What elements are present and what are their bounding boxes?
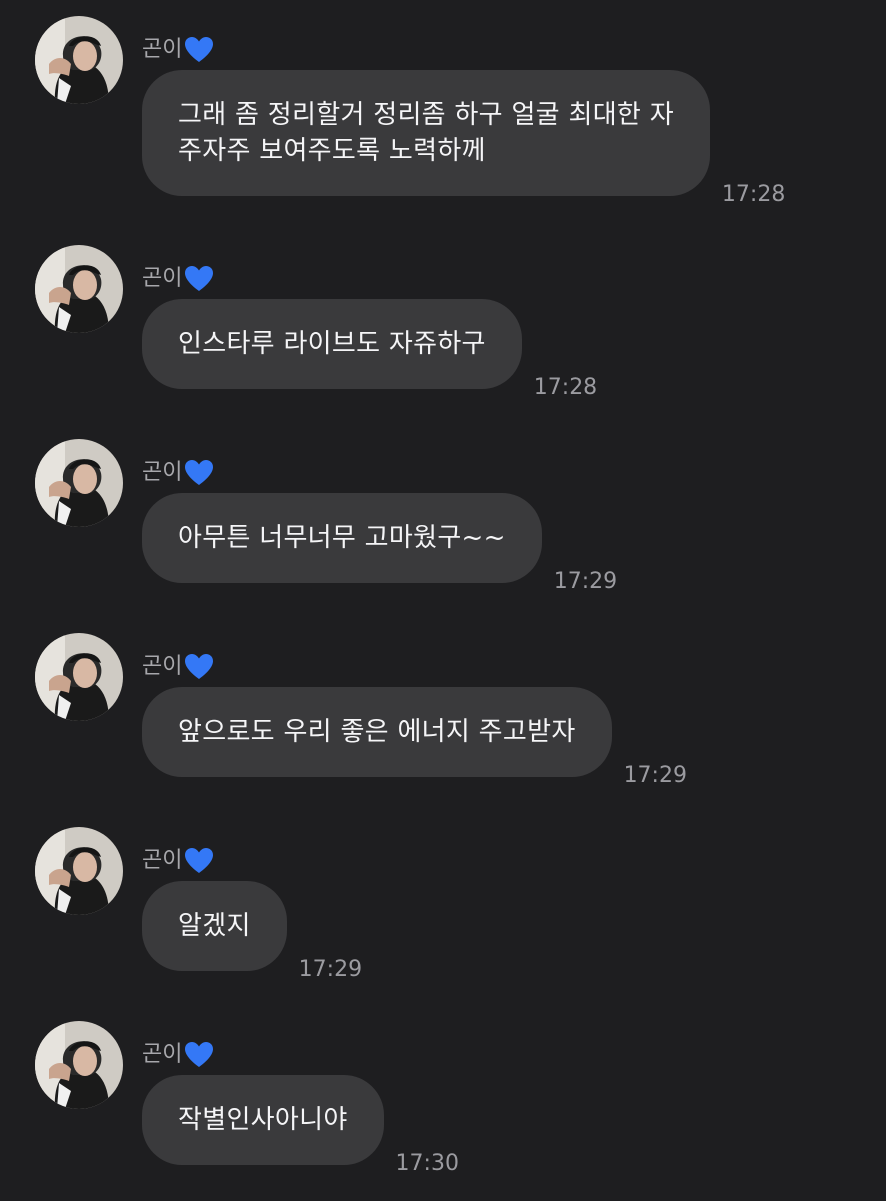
message-timestamp: 17:29 [553,569,618,594]
message-bubble[interactable]: 아무튼 너무너무 고마웠구~~ [142,493,542,583]
avatar[interactable] [35,1021,123,1109]
message-item: 곤이 앞으로도 우리 좋은 에너지 주고받자 17:29 [0,633,886,813]
sender-label: 곤이 [142,847,214,875]
message-row: 인스타루 라이브도 자쥬하구 17:28 [142,299,597,400]
message-timestamp: 17:29 [623,763,687,788]
message-timestamp: 17:30 [395,1151,459,1176]
avatar[interactable] [35,16,123,104]
message-bubble[interactable]: 인스타루 라이브도 자쥬하구 [142,299,522,389]
sender-label: 곤이 [142,653,214,681]
message-item: 곤이 그래 좀 정리할거 정리좀 하구 얼굴 최대한 자 주자주 보여주도록 노… [0,16,886,207]
blue-heart-icon [184,459,214,487]
sender-label: 곤이 [142,459,214,487]
message-item: 곤이 인스타루 라이브도 자쥬하구 17:28 [0,245,886,425]
sender-label: 곤이 [142,265,214,293]
avatar[interactable] [35,827,123,915]
sender-name: 곤이 [142,37,183,62]
sender-label: 곤이 [142,1041,214,1069]
message-item: 곤이 아무튼 너무너무 고마웠구~~ 17:29 [0,439,886,619]
message-bubble[interactable]: 알겠지 [142,881,287,971]
message-row: 아무튼 너무너무 고마웠구~~ 17:29 [142,493,617,594]
message-row: 앞으로도 우리 좋은 에너지 주고받자 17:29 [142,687,687,788]
blue-heart-icon [184,265,214,293]
message-row: 그래 좀 정리할거 정리좀 하구 얼굴 최대한 자 주자주 보여주도록 노력하께… [142,70,785,207]
message-timestamp: 17:28 [721,182,786,207]
sender-name: 곤이 [142,654,183,679]
avatar[interactable] [35,633,123,721]
message-bubble[interactable]: 그래 좀 정리할거 정리좀 하구 얼굴 최대한 자 주자주 보여주도록 노력하께 [142,70,710,196]
message-item: 곤이 작별인사아니야 17:30 [0,1021,886,1201]
message-row: 알겠지 17:29 [142,881,362,982]
sender-name: 곤이 [142,1042,183,1067]
message-bubble[interactable]: 앞으로도 우리 좋은 에너지 주고받자 [142,687,612,777]
sender-name: 곤이 [142,266,183,291]
blue-heart-icon [184,653,214,681]
blue-heart-icon [184,36,214,64]
sender-name: 곤이 [142,460,183,485]
sender-name: 곤이 [142,848,183,873]
message-timestamp: 17:28 [533,375,598,400]
blue-heart-icon [184,1041,214,1069]
sender-label: 곤이 [142,36,214,64]
message-row: 작별인사아니야 17:30 [142,1075,459,1176]
message-bubble[interactable]: 작별인사아니야 [142,1075,384,1165]
message-item: 곤이 알겠지 17:29 [0,827,886,1007]
avatar[interactable] [35,245,123,333]
blue-heart-icon [184,847,214,875]
avatar[interactable] [35,439,123,527]
message-timestamp: 17:29 [298,957,363,982]
